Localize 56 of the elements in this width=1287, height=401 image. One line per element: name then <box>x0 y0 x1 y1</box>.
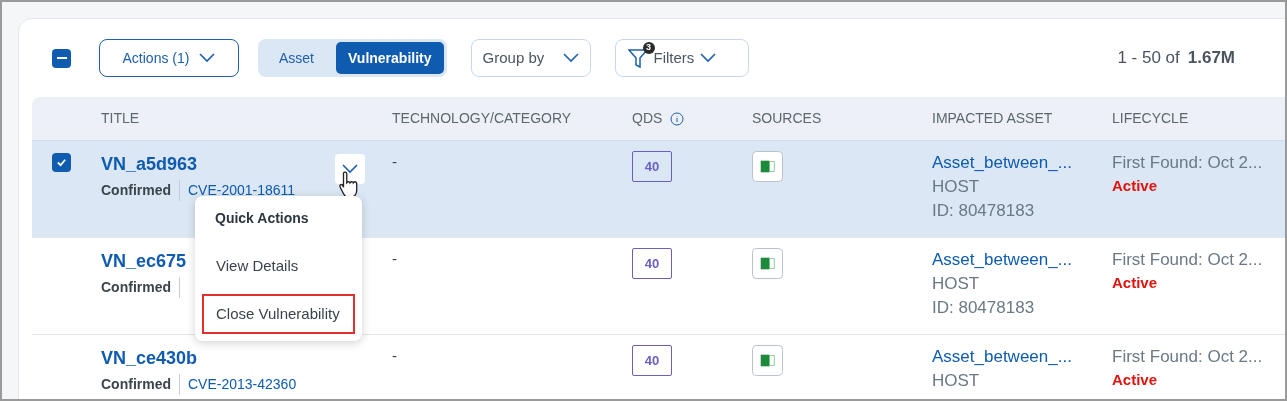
qds-score: 40 <box>632 345 672 376</box>
first-found-date: First Found: Oct 2... <box>1112 152 1263 174</box>
column-header: TITLE <box>101 109 140 128</box>
select-all-checkbox[interactable] <box>52 48 71 68</box>
column-header: IMPACTED ASSET <box>932 109 1053 128</box>
asset-id: ID: 80478183 <box>932 200 1035 222</box>
cve-link[interactable]: CVE-2013-42360 <box>180 374 297 395</box>
vulnerability-title-link[interactable]: VN_ce430b <box>101 345 198 372</box>
group-by-dropdown[interactable]: Group by <box>470 39 591 77</box>
asset-link[interactable]: Asset_between_... <box>932 248 1072 272</box>
column-header: LIFECYCLE <box>1112 109 1189 128</box>
status-text: Confirmed <box>101 180 180 201</box>
spreadsheet-icon <box>752 248 783 279</box>
lifecycle-status: Active <box>1112 273 1158 293</box>
check-icon <box>56 157 67 168</box>
spreadsheet-icon <box>752 151 783 182</box>
row-dropdown-button[interactable] <box>335 154 365 184</box>
asset-link[interactable]: Asset_between_... <box>932 151 1072 175</box>
pagination-total: 1.67M <box>1187 47 1235 70</box>
asset-type: HOST <box>932 176 980 198</box>
first-found-date: First Found: Oct 2... <box>1112 249 1263 271</box>
qds-score: 40 <box>632 248 672 279</box>
vulnerability-title-link[interactable]: VN_a5d963 <box>101 151 198 178</box>
chevron-down-icon <box>562 53 579 63</box>
view-tab[interactable]: Vulnerability <box>336 42 444 74</box>
first-found-date: First Found: Oct 2... <box>1112 346 1263 368</box>
asset-id: ID: 80478183 <box>932 297 1035 319</box>
status-text: Confirmed <box>101 277 180 298</box>
asset-type: HOST <box>932 370 980 392</box>
column-header: QDS <box>632 109 663 128</box>
actions-dropdown[interactable]: Actions (1) <box>99 39 239 77</box>
status-text: Confirmed <box>101 374 180 395</box>
menu-item[interactable]: View Details <box>202 246 355 286</box>
lifecycle-status: Active <box>1112 176 1158 196</box>
vulnerability-title-link[interactable]: VN_ec675 <box>101 248 187 275</box>
column-header: TECHNOLOGY/CATEGORY <box>392 109 572 128</box>
asset-link[interactable]: Asset_between_... <box>932 345 1072 369</box>
chevron-down-icon <box>700 53 717 63</box>
filter-count-badge: 3 <box>642 42 655 54</box>
table-cell: - <box>392 153 397 170</box>
table-cell: - <box>392 250 397 267</box>
column-header: SOURCES <box>752 109 822 128</box>
menu-item[interactable]: Close Vulnerability <box>202 294 355 334</box>
qds-score: 40 <box>632 151 672 182</box>
chevron-down-icon <box>199 53 216 63</box>
pagination-range: 1 - 50 of <box>1117 47 1180 70</box>
view-tab[interactable]: Asset <box>261 42 332 74</box>
filter-icon <box>627 47 648 69</box>
table-cell: - <box>392 347 397 364</box>
spreadsheet-icon <box>752 345 783 376</box>
menu-title: Quick Actions <box>214 209 310 228</box>
row-checkbox[interactable] <box>52 153 71 172</box>
lifecycle-status: Active <box>1112 370 1158 390</box>
chevron-down-icon <box>342 164 358 174</box>
asset-type: HOST <box>932 273 980 295</box>
info-icon <box>670 111 685 126</box>
